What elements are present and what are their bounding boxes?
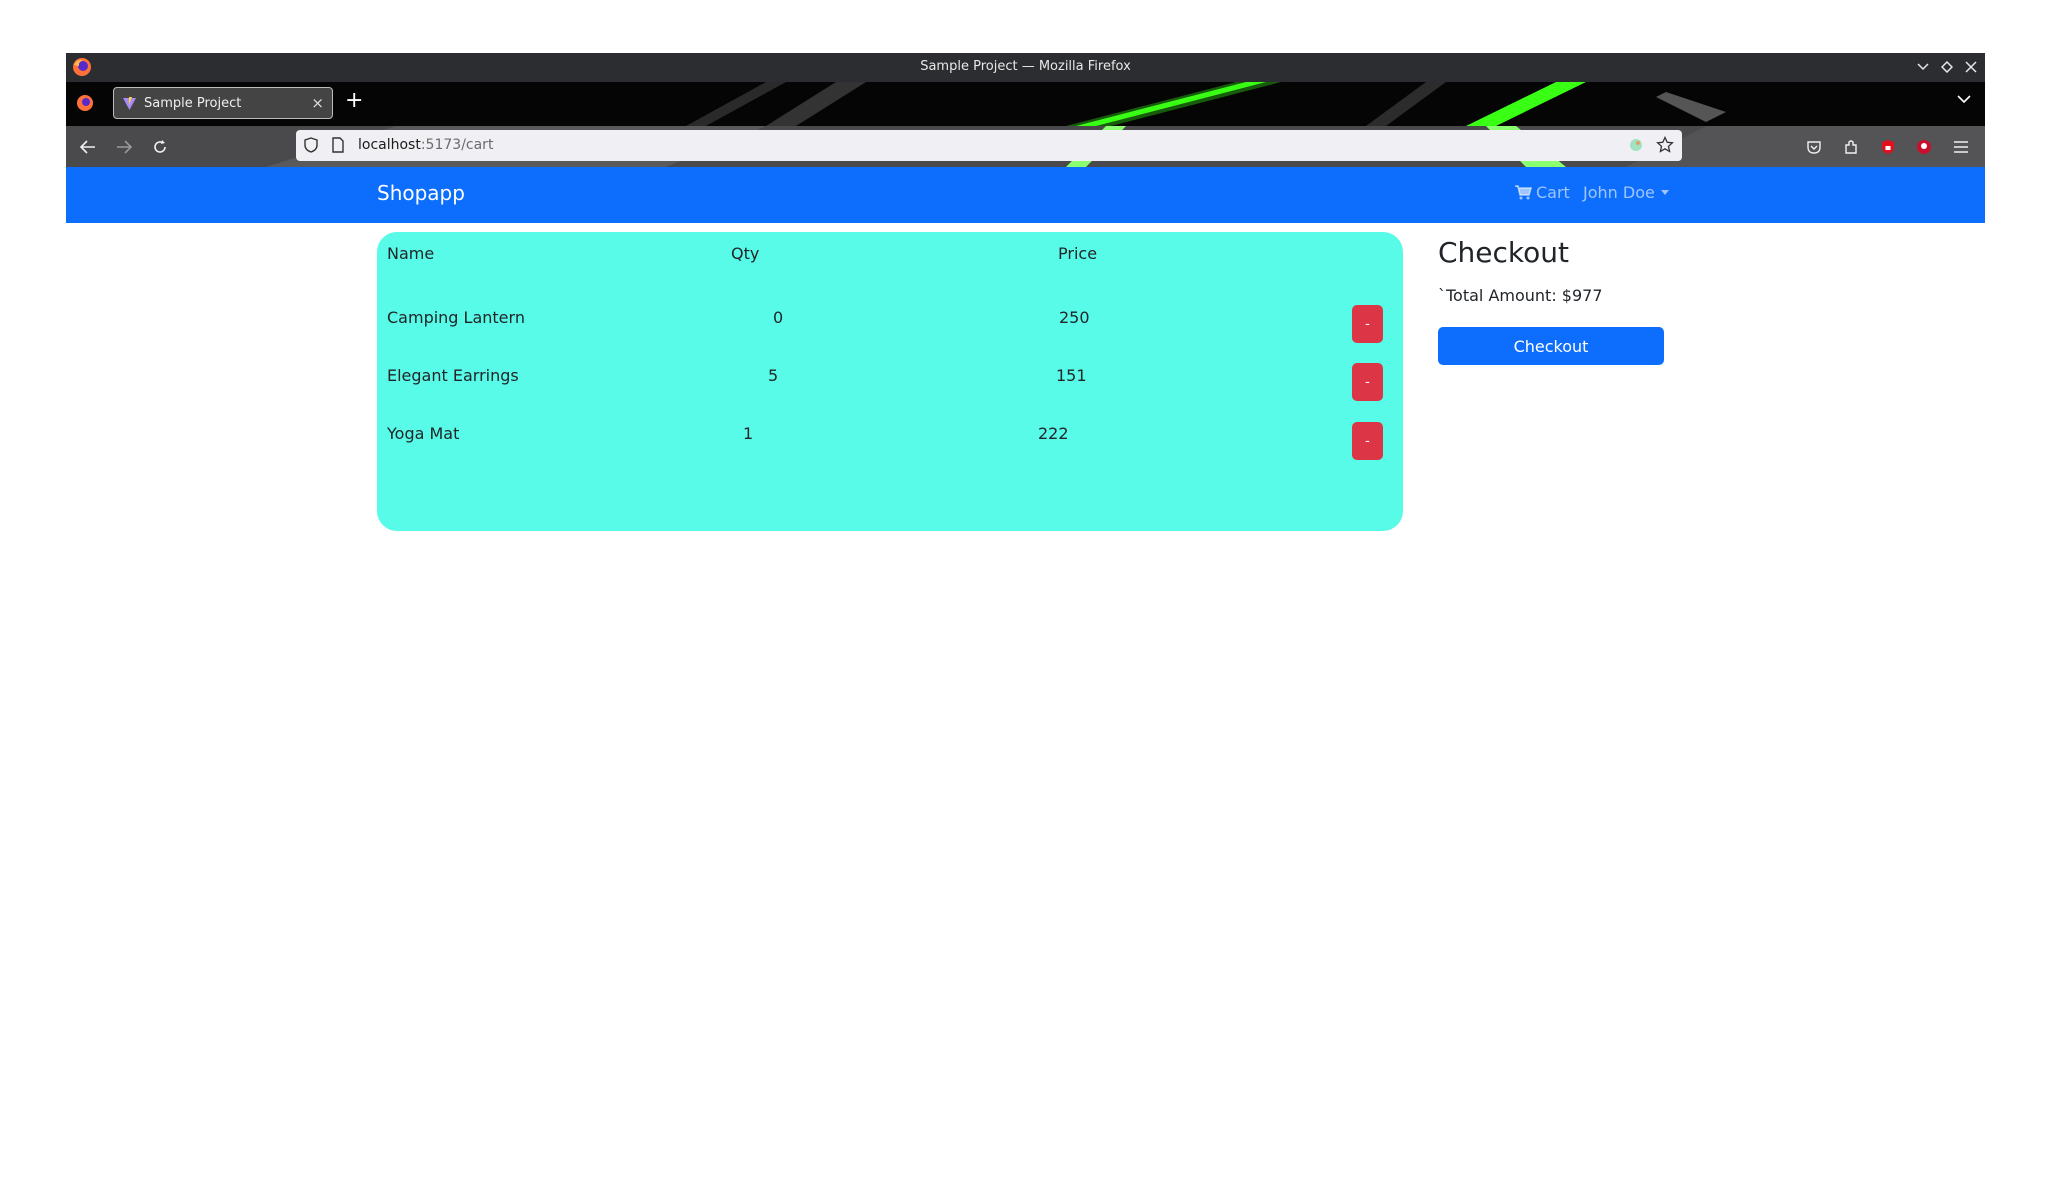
checkout-heading: Checkout [1438,236,1569,269]
shield-icon[interactable] [304,137,318,153]
dropdown-caret-icon [1660,190,1669,195]
nav-cart-label: Cart [1536,183,1570,202]
row-name: Yoga Mat [387,424,460,443]
tab-close-icon[interactable]: × [311,94,324,112]
new-tab-button[interactable]: + [345,88,363,113]
page-info-icon[interactable] [332,137,344,153]
ublock-icon[interactable] [1877,136,1899,158]
window-title: Sample Project — Mozilla Firefox [920,59,1131,74]
row-qty: 1 [743,424,754,443]
pocket-icon[interactable] [1803,136,1825,158]
row-qty: 5 [768,366,779,385]
app-navbar: Shopapp Cart John Doe [66,167,1985,223]
list-all-tabs-icon[interactable] [1957,94,1971,104]
row-qty: 0 [773,308,784,327]
brand-link[interactable]: Shopapp [377,181,465,205]
nav-cart-link[interactable]: Cart [1515,183,1570,202]
remove-item-button[interactable]: - [1352,363,1383,401]
vite-favicon-icon [123,97,136,110]
header-price: Price [1058,244,1098,263]
maximize-icon[interactable] [1937,57,1957,77]
title-bar: Sample Project — Mozilla Firefox [66,53,1985,82]
reload-icon[interactable] [148,135,172,159]
row-price: 250 [1059,308,1090,327]
forward-icon[interactable] [112,135,136,159]
url-host: localhost [358,137,421,153]
url-path: :5173/cart [420,137,494,153]
user-name: John Doe [1583,183,1655,202]
row-name: Elegant Earrings [387,366,519,385]
row-price: 222 [1038,424,1069,443]
url-bar[interactable]: localhost:5173/cart [296,130,1682,161]
cart-icon [1515,185,1532,200]
remove-item-button[interactable]: - [1352,305,1383,343]
row-name: Camping Lantern [387,308,525,327]
navigation-toolbar: localhost:5173/cart [66,126,1985,167]
user-dropdown[interactable]: John Doe [1583,183,1669,202]
total-amount: `Total Amount: $977 [1438,286,1603,305]
bookmark-star-icon[interactable] [1656,136,1674,154]
profile-addon-icon[interactable] [1913,136,1935,158]
remove-item-button[interactable]: - [1352,422,1383,460]
checkout-button[interactable]: Checkout [1438,327,1664,365]
cart-table: Name Qty Price Camping Lantern 0 250 - E… [377,232,1403,531]
extensions-icon[interactable] [1840,136,1862,158]
tab-label: Sample Project [144,96,242,111]
firefox-view-icon[interactable] [74,92,96,114]
tab-strip: Sample Project × + [66,82,1985,126]
header-name: Name [387,244,435,263]
url-text[interactable]: localhost:5173/cart [358,137,493,153]
browser-window: Sample Project — Mozilla Firefox Sample … [66,53,1985,1127]
extension-icon[interactable] [1628,137,1644,153]
back-icon[interactable] [76,135,100,159]
tab-sample-project[interactable]: Sample Project × [113,87,333,119]
app-menu-icon[interactable] [1950,136,1972,158]
close-window-icon[interactable] [1961,57,1981,77]
header-qty: Qty [731,244,760,263]
minimize-icon[interactable] [1913,57,1933,77]
page-content: Shopapp Cart John Doe Name Qty Price Cam… [66,167,1985,1127]
row-price: 151 [1056,366,1087,385]
